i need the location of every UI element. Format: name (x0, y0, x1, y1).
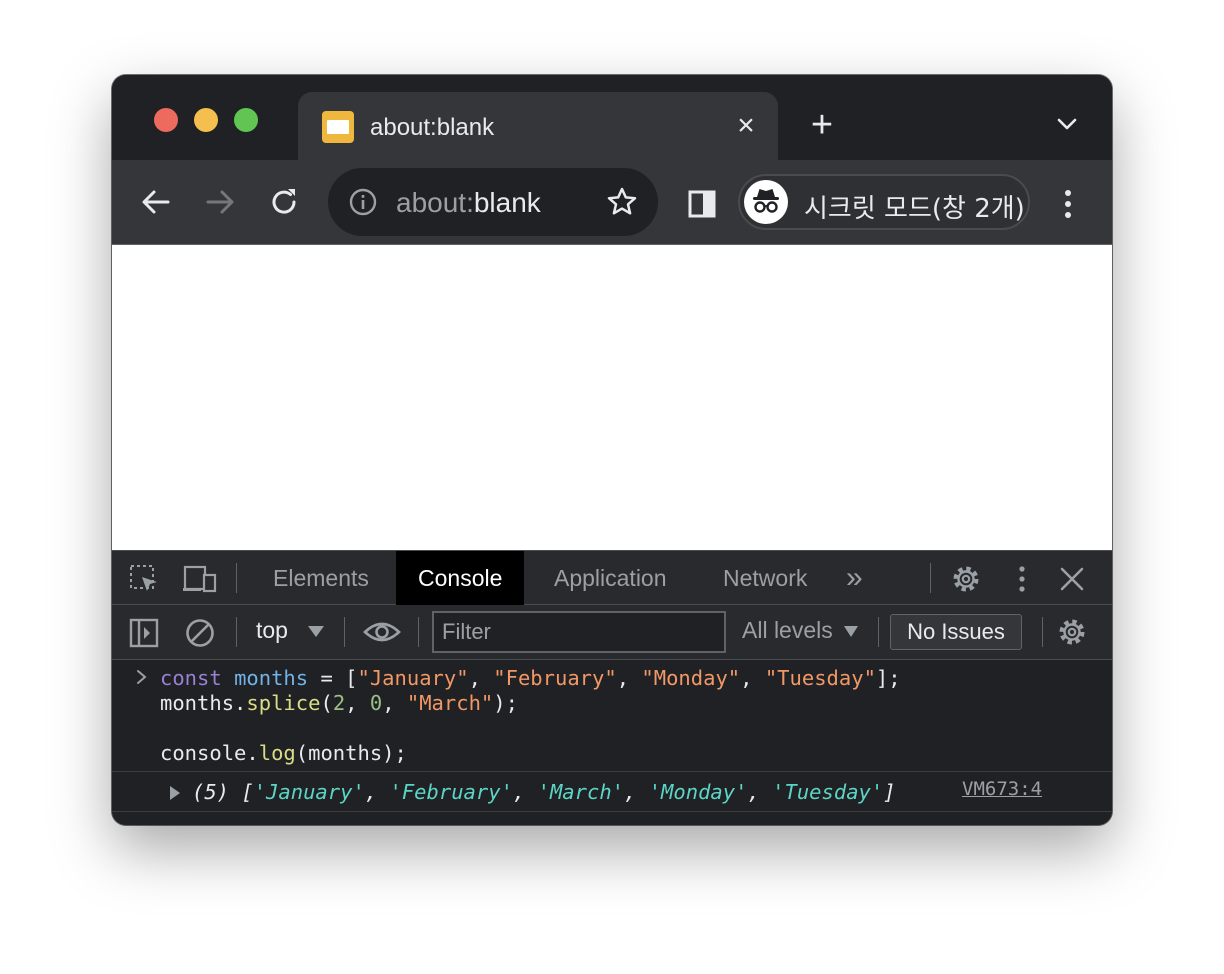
array-item: 'February' (389, 780, 513, 804)
tab-console[interactable]: Console (396, 551, 525, 605)
prompt-chevron-icon (134, 666, 150, 688)
close-window-button[interactable] (154, 108, 178, 132)
incognito-label: 시크릿 모드(창 2개) (804, 194, 1025, 224)
browser-toolbar: about:blank 시크릿 모드(창 2개) (112, 160, 1112, 244)
tab-elements[interactable]: Elements (251, 551, 391, 605)
code-punct: ]; (875, 666, 901, 690)
code-line-1: const months = ["January", "February", "… (160, 666, 901, 690)
url-host: blank (473, 187, 541, 218)
forward-arrow-icon[interactable] (202, 184, 238, 220)
toolbar-divider (236, 617, 237, 647)
code-number: 0 (369, 691, 383, 715)
console-toolbar: top All levels No Issues (112, 605, 1112, 660)
code-string: "February" (493, 666, 617, 690)
array-suffix: ] (883, 780, 896, 804)
code-object: months. (160, 691, 247, 715)
tab-search-chevron-icon[interactable] (1054, 111, 1080, 137)
new-tab-button[interactable]: + (802, 105, 842, 145)
code-variable: months (234, 666, 309, 690)
log-levels-select[interactable]: All levels (742, 617, 833, 644)
code-string: "March" (406, 691, 494, 715)
console-filter-input[interactable] (434, 613, 724, 651)
code-punct: = [ (308, 666, 358, 690)
incognito-indicator[interactable]: 시크릿 모드(창 2개) (738, 174, 1030, 230)
array-item: 'January' (253, 780, 365, 804)
devtools-menu-icon[interactable] (1010, 563, 1042, 595)
array-item: 'March' (537, 780, 625, 804)
toolbar-divider (344, 617, 345, 647)
address-bar[interactable]: about:blank (328, 168, 658, 236)
array-length-prefix: (5) [ (192, 780, 254, 804)
inspect-element-icon[interactable] (128, 563, 160, 595)
code-punct: (months); (295, 741, 407, 765)
toolbar-divider (930, 563, 931, 593)
devtools-close-icon[interactable] (1056, 563, 1088, 595)
issues-button[interactable]: No Issues (890, 614, 1022, 650)
toolbar-divider (1042, 617, 1043, 647)
js-context-select[interactable]: top (256, 617, 288, 644)
array-item: 'Monday' (648, 780, 748, 804)
context-dropdown-icon[interactable] (308, 626, 324, 637)
console-sidebar-icon[interactable] (128, 617, 160, 649)
array-preview[interactable]: (5) ['January', 'February', 'March', 'Mo… (192, 780, 896, 804)
code-punct: ( (320, 691, 333, 715)
toolbar-divider (418, 617, 419, 647)
more-tabs-chevron-icon[interactable]: » (824, 551, 885, 605)
toolbar-divider (236, 563, 237, 593)
zoom-window-button[interactable] (234, 108, 258, 132)
code-number: 2 (332, 691, 346, 715)
code-string: "Tuesday" (764, 666, 876, 690)
url-scheme: about: (396, 187, 474, 218)
source-location-link[interactable]: VM673:4 (962, 778, 1042, 800)
console-filter-field[interactable] (432, 611, 726, 653)
reload-icon[interactable] (266, 184, 302, 220)
code-line-3: console.log(months); (160, 741, 407, 765)
array-item: 'Tuesday' (772, 780, 884, 804)
back-arrow-icon[interactable] (138, 184, 174, 220)
incognito-icon (744, 180, 788, 224)
console-log-entry[interactable]: (5) ['January', 'February', 'March', 'Mo… (112, 772, 1112, 812)
console-output-area[interactable]: const months = ["January", "February", "… (112, 660, 1112, 825)
code-object: console. (160, 741, 259, 765)
browser-tab[interactable]: about:blank × (298, 92, 778, 160)
code-string: "Monday" (641, 666, 741, 690)
code-line-2: months.splice(2, 0, "March"); (160, 691, 518, 715)
site-info-icon[interactable] (348, 187, 378, 217)
minimize-window-button[interactable] (194, 108, 218, 132)
browser-menu-icon[interactable] (1056, 188, 1080, 220)
page-viewport[interactable] (112, 244, 1112, 550)
browser-window: about:blank × + about:blank 시크릿 모드(창 2개)… (112, 75, 1112, 825)
code-keyword: const (160, 666, 222, 690)
code-string: "January" (357, 666, 469, 690)
levels-dropdown-icon[interactable] (844, 626, 858, 637)
live-expression-eye-icon[interactable] (362, 615, 402, 647)
clear-console-icon[interactable] (184, 617, 216, 649)
devtools-panel: Elements Console Application Network » t… (112, 550, 1112, 825)
tab-application[interactable]: Application (532, 551, 689, 605)
bookmark-star-icon[interactable] (604, 184, 640, 220)
devtools-settings-gear-icon[interactable] (950, 563, 982, 595)
devtools-tab-bar: Elements Console Application Network » (112, 550, 1112, 605)
page-favicon-icon (322, 111, 354, 143)
tab-network[interactable]: Network (701, 551, 829, 605)
toolbar-divider (878, 617, 879, 647)
url-text[interactable]: about:blank (396, 187, 541, 219)
device-toolbar-icon[interactable] (182, 563, 217, 595)
tab-close-button[interactable]: × (730, 110, 762, 142)
code-punct: ); (493, 691, 518, 715)
expand-triangle-icon[interactable] (170, 786, 180, 800)
tab-strip: about:blank × + (112, 75, 1112, 160)
console-input-entry[interactable]: const months = ["January", "February", "… (112, 660, 1112, 772)
code-function: splice (246, 691, 321, 715)
tab-title: about:blank (370, 114, 495, 141)
console-settings-gear-icon[interactable] (1056, 616, 1088, 648)
code-function: log (258, 741, 296, 765)
side-panel-icon[interactable] (688, 190, 716, 218)
